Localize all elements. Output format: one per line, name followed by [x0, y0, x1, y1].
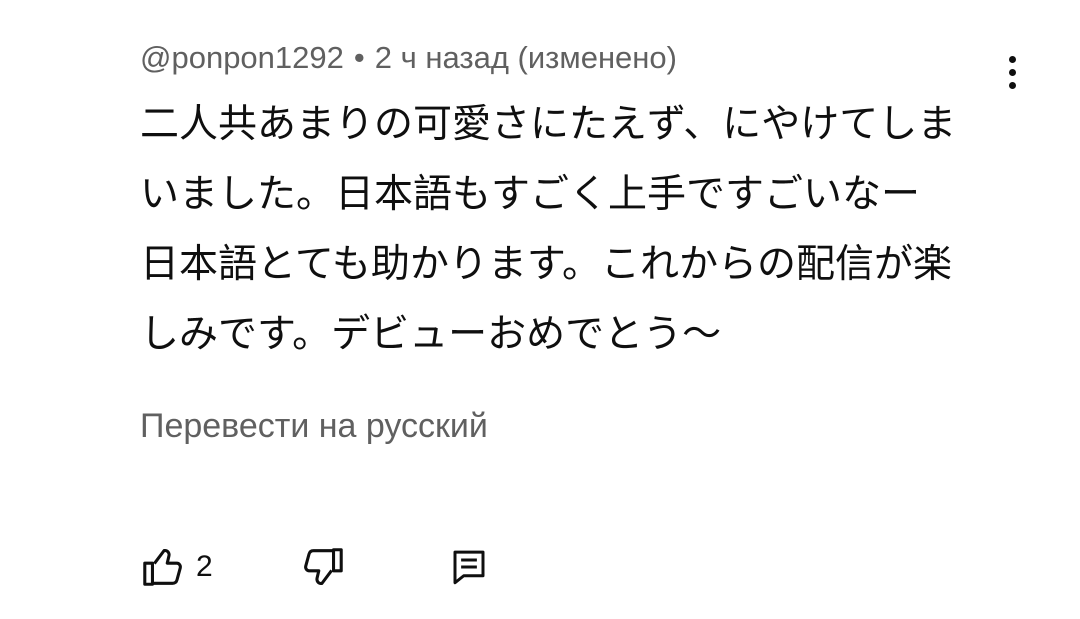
- like-button[interactable]: 2: [140, 540, 213, 594]
- comment-text-line: 日本語とても助かります。これからの配信が楽: [140, 242, 952, 287]
- thumbs-down-icon: [300, 544, 346, 590]
- comment-meta: @ponpon1292 • 2 ч назад (изменено): [140, 36, 677, 80]
- like-count: 2: [196, 550, 213, 583]
- comment-text-line: しみです。デビューおめでとう〜: [140, 312, 722, 357]
- reply-button[interactable]: [448, 540, 490, 594]
- comment-text-line: いました。日本語もすごく上手ですごいなー: [140, 172, 921, 217]
- comment-text-line: 二人共あまりの可愛さにたえず、にやけてしま: [140, 102, 957, 147]
- translate-link[interactable]: Перевести на русский: [140, 402, 488, 450]
- more-vert-icon: [1008, 55, 1016, 63]
- dislike-button[interactable]: [300, 540, 346, 594]
- meta-separator: •: [353, 40, 365, 75]
- thumbs-up-icon: [140, 544, 186, 590]
- more-vert-icon-dot: [1008, 81, 1016, 89]
- comment-card: @ponpon1292 • 2 ч назад (изменено) 二人共あまりの…: [0, 0, 1080, 619]
- comment-icon: [448, 546, 490, 588]
- comment-actions: 2: [140, 540, 540, 594]
- more-vert-icon-dot: [1008, 68, 1016, 76]
- more-options-button[interactable]: [990, 46, 1034, 98]
- comment-author[interactable]: @ponpon1292: [140, 40, 344, 75]
- comment-text: 二人共あまりの可愛さにたえず、にやけてしま いました。日本語もすごく上手ですごい…: [140, 90, 990, 370]
- comment-time: 2 ч назад (изменено): [374, 40, 677, 75]
